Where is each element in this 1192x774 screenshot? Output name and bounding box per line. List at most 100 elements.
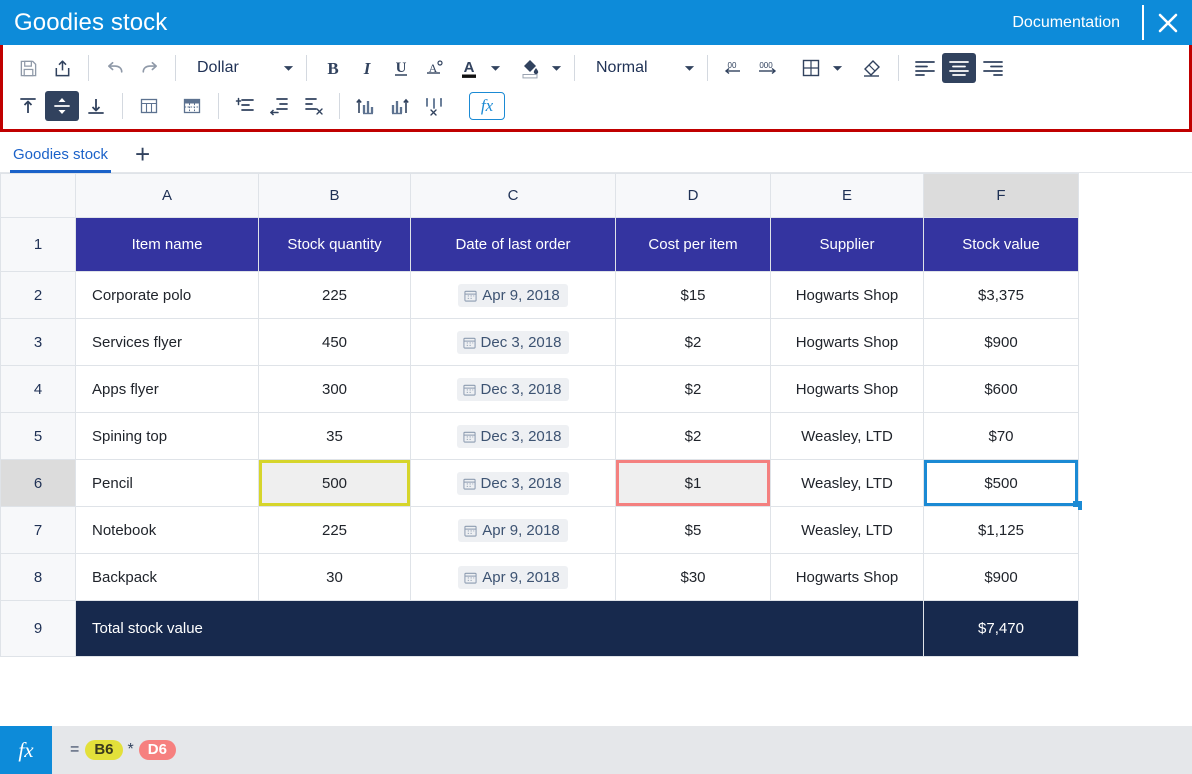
sort-ascending-button[interactable] — [349, 91, 383, 121]
row-header-6[interactable]: 6 — [0, 459, 76, 507]
formula-input[interactable]: = B6 * D6 — [52, 726, 1192, 774]
cell-f4[interactable]: $600 — [923, 365, 1079, 413]
insert-row-button[interactable] — [228, 91, 262, 121]
cell-a6[interactable]: Pencil — [75, 459, 259, 507]
insert-function-button[interactable]: fx — [469, 92, 505, 120]
borders-caret-icon[interactable] — [828, 55, 846, 81]
header-cell-item-name[interactable]: Item name — [75, 217, 259, 272]
fx-button[interactable]: fx — [0, 726, 52, 774]
cell-e3[interactable]: Hogwarts Shop — [770, 318, 924, 366]
cell-f5[interactable]: $70 — [923, 412, 1079, 460]
cell-d3[interactable]: $2 — [615, 318, 771, 366]
column-header-f[interactable]: F — [923, 173, 1079, 218]
cell-c2[interactable]: Apr 9, 2018 — [410, 271, 616, 319]
total-value-cell[interactable]: $7,470 — [923, 600, 1079, 657]
clear-format-button[interactable]: A — [418, 53, 452, 83]
cell-b6[interactable]: 500 — [258, 459, 411, 507]
fill-color-button[interactable] — [513, 53, 547, 83]
add-sheet-button[interactable]: + — [111, 141, 160, 173]
insert-table-button[interactable] — [132, 91, 166, 121]
cell-d5[interactable]: $2 — [615, 412, 771, 460]
formula-ref-b6[interactable]: B6 — [85, 740, 123, 760]
cell-a2[interactable]: Corporate polo — [75, 271, 259, 319]
number-format-dropdown[interactable]: Dollar — [185, 55, 297, 81]
borders-button[interactable] — [794, 53, 828, 83]
cell-c3[interactable]: Dec 3, 2018 — [410, 318, 616, 366]
cell-f3[interactable]: $900 — [923, 318, 1079, 366]
cell-a8[interactable]: Backpack — [75, 553, 259, 601]
align-middle-button[interactable] — [45, 91, 79, 121]
delete-row-button[interactable] — [296, 91, 330, 121]
cell-d2[interactable]: $15 — [615, 271, 771, 319]
header-cell-date-of-last-order[interactable]: Date of last order — [410, 217, 616, 272]
clear-button[interactable] — [855, 53, 889, 83]
font-color-caret-icon[interactable] — [486, 55, 504, 81]
cell-f8[interactable]: $900 — [923, 553, 1079, 601]
cell-c6[interactable]: Dec 3, 2018 — [410, 459, 616, 507]
header-cell-supplier[interactable]: Supplier — [770, 217, 924, 272]
cell-c8[interactable]: Apr 9, 2018 — [410, 553, 616, 601]
header-cell-stock-value[interactable]: Stock value — [923, 217, 1079, 272]
increase-decimal-button[interactable]: 000 — [751, 53, 785, 83]
bold-button[interactable]: B — [316, 53, 350, 83]
undo-button[interactable] — [98, 53, 132, 83]
align-left-button[interactable] — [908, 53, 942, 83]
export-button[interactable] — [45, 53, 79, 83]
cell-b8[interactable]: 30 — [258, 553, 411, 601]
row-header-5[interactable]: 5 — [0, 412, 76, 460]
cell-b7[interactable]: 225 — [258, 506, 411, 554]
align-bottom-button[interactable] — [79, 91, 113, 121]
cell-a7[interactable]: Notebook — [75, 506, 259, 554]
decrease-decimal-button[interactable]: 00 — [717, 53, 751, 83]
column-header-b[interactable]: B — [258, 173, 411, 218]
cell-d7[interactable]: $5 — [615, 506, 771, 554]
cell-e4[interactable]: Hogwarts Shop — [770, 365, 924, 413]
formula-ref-d6[interactable]: D6 — [138, 740, 176, 760]
close-button[interactable] — [1144, 0, 1192, 45]
font-color-button[interactable]: A — [452, 53, 486, 83]
row-header-1[interactable]: 1 — [0, 217, 76, 272]
cell-e5[interactable]: Weasley, LTD — [770, 412, 924, 460]
documentation-link[interactable]: Documentation — [994, 0, 1142, 45]
row-header-9[interactable]: 9 — [0, 600, 76, 657]
row-header-4[interactable]: 4 — [0, 365, 76, 413]
column-header-d[interactable]: D — [615, 173, 771, 218]
cell-e8[interactable]: Hogwarts Shop — [770, 553, 924, 601]
cell-d8[interactable]: $30 — [615, 553, 771, 601]
sheet-tab-goodies-stock[interactable]: Goodies stock — [10, 146, 112, 173]
header-cell-cost-per-item[interactable]: Cost per item — [615, 217, 771, 272]
header-cell-stock-quantity[interactable]: Stock quantity — [258, 217, 411, 272]
cell-b3[interactable]: 450 — [258, 318, 411, 366]
cell-d4[interactable]: $2 — [615, 365, 771, 413]
align-center-button[interactable] — [942, 53, 976, 83]
select-all-corner[interactable] — [0, 173, 76, 218]
column-header-e[interactable]: E — [770, 173, 924, 218]
align-right-button[interactable] — [976, 53, 1010, 83]
column-header-a[interactable]: A — [75, 173, 259, 218]
underline-button[interactable]: U — [384, 53, 418, 83]
row-header-7[interactable]: 7 — [0, 506, 76, 554]
clear-sort-button[interactable] — [417, 91, 451, 121]
cell-e2[interactable]: Hogwarts Shop — [770, 271, 924, 319]
row-header-2[interactable]: 2 — [0, 271, 76, 319]
total-label-cell[interactable]: Total stock value — [75, 600, 924, 657]
cell-f6[interactable]: $500 — [923, 459, 1082, 510]
cell-e7[interactable]: Weasley, LTD — [770, 506, 924, 554]
fill-color-caret-icon[interactable] — [547, 55, 565, 81]
column-header-c[interactable]: C — [410, 173, 616, 218]
cell-a5[interactable]: Spining top — [75, 412, 259, 460]
align-top-button[interactable] — [11, 91, 45, 121]
sort-descending-button[interactable] — [383, 91, 417, 121]
insert-column-button[interactable] — [262, 91, 296, 121]
cell-a3[interactable]: Services flyer — [75, 318, 259, 366]
cell-c5[interactable]: Dec 3, 2018 — [410, 412, 616, 460]
cell-d6[interactable]: $1 — [615, 459, 771, 507]
italic-button[interactable]: I — [350, 53, 384, 83]
redo-button[interactable] — [132, 53, 166, 83]
cell-b5[interactable]: 35 — [258, 412, 411, 460]
cell-c7[interactable]: Apr 9, 2018 — [410, 506, 616, 554]
row-header-3[interactable]: 3 — [0, 318, 76, 366]
cell-f7[interactable]: $1,125 — [923, 506, 1079, 554]
cell-c4[interactable]: Dec 3, 2018 — [410, 365, 616, 413]
cell-style-dropdown[interactable]: Normal — [584, 55, 698, 81]
